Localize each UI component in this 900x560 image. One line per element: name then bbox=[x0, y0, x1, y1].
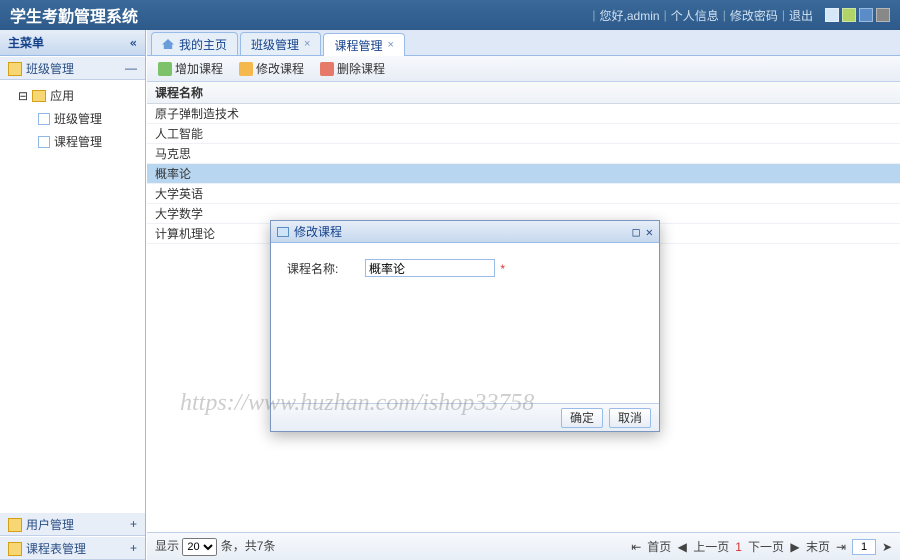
tab-label: 班级管理 bbox=[251, 36, 299, 53]
delete-icon bbox=[320, 62, 334, 76]
next-page-link[interactable]: 下一页 bbox=[748, 538, 784, 555]
theme-swatch-1[interactable] bbox=[825, 8, 839, 22]
accordion-user-mgmt[interactable]: 用户管理 + bbox=[0, 512, 145, 536]
greeting-text: 您好,admin bbox=[600, 7, 660, 24]
first-page-link[interactable]: 首页 bbox=[647, 538, 671, 555]
first-page-icon[interactable]: ⇤ bbox=[631, 540, 641, 554]
pager-right: ⇤ 首页 ◀ 上一页 1 下一页 ▶ 末页 ⇥ ➤ bbox=[631, 538, 892, 555]
add-course-button[interactable]: 增加课程 bbox=[153, 58, 228, 79]
cancel-button[interactable]: 取消 bbox=[609, 408, 651, 428]
tab-class-mgmt[interactable]: 班级管理 × bbox=[240, 32, 321, 55]
home-icon bbox=[162, 39, 174, 49]
sidebar-title-bar: 主菜单 « bbox=[0, 30, 145, 56]
folder-icon bbox=[8, 542, 22, 556]
grid-header[interactable]: 课程名称 bbox=[147, 82, 900, 104]
dialog-body: 课程名称: * bbox=[271, 243, 659, 403]
header-links: | 您好,admin | 个人信息 | 修改密码 | 退出 bbox=[592, 7, 890, 24]
pager-count: 条，共7条 bbox=[221, 539, 276, 553]
theme-swatch-2[interactable] bbox=[842, 8, 856, 22]
tab-course-mgmt[interactable]: 课程管理 × bbox=[323, 33, 404, 56]
last-page-link[interactable]: 末页 bbox=[806, 538, 830, 555]
dialog-titlebar[interactable]: 修改课程 □ ✕ bbox=[271, 221, 659, 243]
field-label-course-name: 课程名称: bbox=[287, 260, 347, 277]
minus-icon: — bbox=[125, 61, 137, 75]
pager: 显示 20 条，共7条 ⇤ 首页 ◀ 上一页 1 下一页 ▶ 末页 ⇥ ➤ bbox=[147, 532, 900, 560]
toolbar: 增加课程 修改课程 删除课程 bbox=[147, 56, 900, 82]
sidebar: 主菜单 « 班级管理 — ⊟ 应用 班级管理 课程管理 bbox=[0, 30, 146, 560]
edit-icon bbox=[239, 62, 253, 76]
prev-page-link[interactable]: 上一页 bbox=[693, 538, 729, 555]
table-row[interactable]: 马克思 bbox=[147, 144, 900, 164]
accordion-body: ⊟ 应用 班级管理 课程管理 bbox=[0, 80, 145, 512]
tree-root-app[interactable]: ⊟ 应用 bbox=[0, 84, 145, 107]
accordion-schedule-mgmt[interactable]: 课程表管理 + bbox=[0, 536, 145, 560]
file-icon bbox=[38, 136, 50, 148]
dialog-title: 修改课程 bbox=[294, 223, 342, 240]
tree-item-class-mgmt[interactable]: 班级管理 bbox=[0, 107, 145, 130]
tab-home[interactable]: 我的主页 bbox=[151, 32, 238, 55]
link-profile[interactable]: 个人信息 bbox=[671, 7, 719, 24]
add-icon bbox=[158, 62, 172, 76]
pager-show-label: 显示 bbox=[155, 539, 179, 553]
close-icon[interactable]: ✕ bbox=[646, 225, 653, 239]
prev-page-icon[interactable]: ◀ bbox=[677, 540, 687, 554]
plus-icon: + bbox=[130, 541, 137, 555]
tree-item-label: 班级管理 bbox=[54, 110, 102, 127]
required-indicator: * bbox=[500, 262, 505, 276]
close-icon[interactable]: × bbox=[304, 38, 310, 50]
maximize-icon[interactable]: □ bbox=[633, 225, 640, 239]
theme-swatch-3[interactable] bbox=[859, 8, 873, 22]
ok-button[interactable]: 确定 bbox=[561, 408, 603, 428]
accordion-label: 班级管理 bbox=[26, 62, 74, 76]
page-size-select[interactable]: 20 bbox=[182, 538, 217, 556]
window-icon bbox=[277, 227, 289, 237]
accordion-label: 课程表管理 bbox=[26, 542, 86, 556]
link-logout[interactable]: 退出 bbox=[789, 7, 813, 24]
dialog-footer: 确定 取消 bbox=[271, 403, 659, 431]
file-icon bbox=[38, 113, 50, 125]
app-title: 学生考勤管理系统 bbox=[10, 3, 138, 27]
pager-left: 显示 20 条，共7条 bbox=[155, 537, 275, 556]
delete-course-button[interactable]: 删除课程 bbox=[315, 58, 390, 79]
plus-icon: + bbox=[130, 517, 137, 531]
tree-root-label: 应用 bbox=[50, 87, 74, 104]
tab-strip: 我的主页 班级管理 × 课程管理 × bbox=[147, 30, 900, 56]
accordion-class-mgmt[interactable]: 班级管理 — bbox=[0, 56, 145, 80]
course-name-input[interactable] bbox=[365, 259, 495, 277]
table-row[interactable]: 概率论 bbox=[147, 164, 900, 184]
collapse-sidebar-icon[interactable]: « bbox=[130, 36, 137, 50]
tab-label: 课程管理 bbox=[334, 37, 382, 54]
theme-swatches bbox=[825, 8, 890, 22]
link-change-password[interactable]: 修改密码 bbox=[730, 7, 778, 24]
folder-icon bbox=[8, 62, 22, 76]
edit-course-dialog: 修改课程 □ ✕ 课程名称: * 确定 取消 bbox=[270, 220, 660, 432]
tree-item-label: 课程管理 bbox=[54, 133, 102, 150]
tab-label: 我的主页 bbox=[179, 36, 227, 53]
page-number-input[interactable] bbox=[852, 539, 876, 555]
table-row[interactable]: 大学英语 bbox=[147, 184, 900, 204]
app-header: 学生考勤管理系统 | 您好,admin | 个人信息 | 修改密码 | 退出 bbox=[0, 0, 900, 30]
table-row[interactable]: 人工智能 bbox=[147, 124, 900, 144]
theme-swatch-4[interactable] bbox=[876, 8, 890, 22]
edit-course-button[interactable]: 修改课程 bbox=[234, 58, 309, 79]
folder-icon bbox=[32, 90, 46, 102]
sidebar-title: 主菜单 bbox=[8, 34, 44, 51]
last-page-icon[interactable]: ⇥ bbox=[836, 540, 846, 554]
next-page-icon[interactable]: ▶ bbox=[790, 540, 800, 554]
accordion-label: 用户管理 bbox=[26, 518, 74, 532]
folder-icon bbox=[8, 518, 22, 532]
table-row[interactable]: 原子弹制造技术 bbox=[147, 104, 900, 124]
close-icon[interactable]: × bbox=[387, 39, 393, 51]
tree-item-course-mgmt[interactable]: 课程管理 bbox=[0, 130, 145, 153]
go-page-icon[interactable]: ➤ bbox=[882, 540, 892, 554]
